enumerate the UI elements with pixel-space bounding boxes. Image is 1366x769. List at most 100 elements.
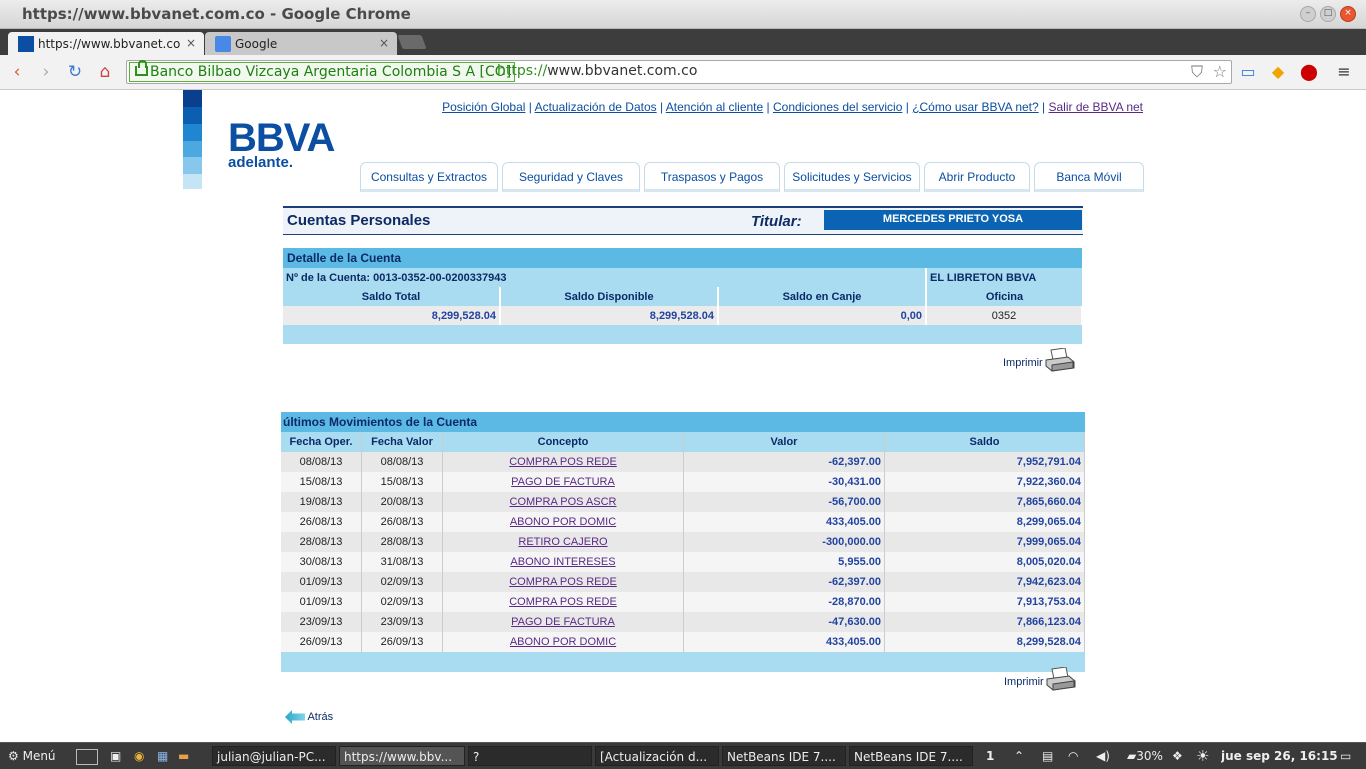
account-number: Nº de la Cuenta: 0013-0352-00-0200337943 bbox=[283, 268, 927, 287]
link-posicion-global[interactable]: Posición Global bbox=[442, 100, 525, 114]
cell-saldo: 7,913,753.04 bbox=[884, 592, 1085, 612]
menu-tab-abrir-producto[interactable]: Abrir Producto bbox=[924, 162, 1030, 192]
google-favicon-icon bbox=[215, 35, 231, 52]
concepto-link[interactable]: COMPRA POS REDE bbox=[509, 576, 617, 588]
minimize-button[interactable]: – bbox=[1300, 6, 1316, 22]
tab-label: https://www.bbvanet.com.co bbox=[38, 36, 180, 51]
shield-icon[interactable]: ⛉ bbox=[1191, 62, 1203, 82]
volume-icon[interactable]: ◀) bbox=[1096, 746, 1110, 766]
header-saldo-disponible: Saldo Disponible bbox=[500, 287, 719, 306]
concepto-link[interactable]: COMPRA POS REDE bbox=[509, 456, 617, 468]
concepto-link[interactable]: PAGO DE FACTURA bbox=[511, 616, 615, 628]
reload-icon[interactable]: ↻ bbox=[64, 61, 86, 83]
header-fecha-oper: Fecha Oper. bbox=[281, 432, 362, 452]
menu-tab-seguridad[interactable]: Seguridad y Claves bbox=[502, 162, 640, 192]
print-link-top[interactable]: Imprimir bbox=[1003, 357, 1043, 369]
movements-table: últimos Movimientos de la Cuenta Fecha O… bbox=[281, 412, 1085, 672]
concepto-link[interactable]: COMPRA POS ASCR bbox=[510, 496, 617, 508]
brightness-icon[interactable]: ☀ bbox=[1196, 746, 1209, 766]
cell-valor: -62,397.00 bbox=[683, 572, 885, 592]
cell-valor: -28,870.00 bbox=[683, 592, 885, 612]
detail-title: Detalle de la Cuenta bbox=[283, 248, 1082, 268]
tab-strip: https://www.bbvanet.com.co × Google × bbox=[0, 29, 1366, 55]
cube-extension-icon[interactable]: ◆ bbox=[1268, 62, 1288, 82]
cell-saldo: 7,922,360.04 bbox=[884, 472, 1085, 492]
taskbar-window-netbeans-2[interactable]: NetBeans IDE 7.... bbox=[849, 746, 973, 766]
dropbox-icon[interactable]: ❖ bbox=[1172, 746, 1183, 766]
adblock-extension-icon[interactable]: ⬤ bbox=[1299, 62, 1319, 82]
concepto-link[interactable]: ABONO POR DOMIC bbox=[510, 636, 616, 648]
chrome-menu-icon[interactable]: ≡ bbox=[1334, 62, 1354, 82]
taskbar-window-terminal[interactable]: julian@julian-PC... bbox=[212, 746, 336, 766]
menu-tab-solicitudes[interactable]: Solicitudes y Servicios bbox=[784, 162, 920, 192]
menu-tab-banca-movil[interactable]: Banca Móvil bbox=[1034, 162, 1144, 192]
logo-stripe bbox=[183, 174, 202, 189]
link-como-usar[interactable]: ¿Cómo usar BBVA net? bbox=[912, 100, 1039, 114]
link-salir[interactable]: Salir de BBVA net bbox=[1049, 100, 1144, 114]
close-window-button[interactable]: × bbox=[1340, 6, 1356, 22]
taskbar-window-unknown[interactable]: ? bbox=[468, 746, 592, 766]
value-saldo-disponible: 8,299,528.04 bbox=[500, 306, 719, 325]
cell-fecha-oper: 08/08/13 bbox=[281, 452, 362, 472]
maximize-button[interactable]: □ bbox=[1320, 6, 1336, 22]
printer-icon[interactable] bbox=[1046, 667, 1076, 691]
wifi-icon[interactable]: ◠ bbox=[1068, 746, 1078, 766]
ev-label: Banco Bilbao Vizcaya Argentaria Colombia… bbox=[150, 64, 512, 80]
new-tab-button[interactable] bbox=[397, 35, 427, 49]
printer-icon[interactable] bbox=[1045, 348, 1075, 372]
header-valor: Valor bbox=[683, 432, 885, 452]
taskbar-window-chrome[interactable]: https://www.bbv... bbox=[339, 746, 465, 766]
close-tab-icon[interactable]: × bbox=[379, 36, 389, 50]
terminal-launcher-icon[interactable]: ▣ bbox=[110, 746, 121, 766]
link-atencion-cliente[interactable]: Atención al cliente bbox=[666, 100, 763, 114]
taskbar-window-netbeans-1[interactable]: NetBeans IDE 7.... bbox=[722, 746, 846, 766]
cell-fecha-valor: 26/09/13 bbox=[361, 632, 443, 652]
concepto-link[interactable]: ABONO INTERESES bbox=[510, 556, 615, 568]
table-row: 30/08/13 31/08/13 ABONO INTERESES 5,955.00 8… bbox=[281, 552, 1085, 572]
menu-tab-consultas[interactable]: Consultas y Extractos bbox=[360, 162, 498, 192]
tab-google[interactable]: Google × bbox=[205, 32, 397, 55]
notification-badge[interactable]: 1 bbox=[986, 746, 994, 766]
concepto-link[interactable]: PAGO DE FACTURA bbox=[511, 476, 615, 488]
bookmark-star-icon[interactable]: ☆ bbox=[1213, 62, 1227, 81]
package-launcher-icon[interactable]: ▦ bbox=[157, 746, 168, 766]
home-icon[interactable]: ⌂ bbox=[94, 61, 116, 83]
cell-fecha-oper: 28/08/13 bbox=[281, 532, 362, 552]
chevron-up-icon[interactable]: ⌃ bbox=[1014, 746, 1024, 766]
concepto-link[interactable]: COMPRA POS REDE bbox=[509, 596, 617, 608]
show-desktop-icon[interactable] bbox=[76, 749, 98, 765]
close-tab-icon[interactable]: × bbox=[186, 36, 196, 50]
back-link[interactable]: Atrás bbox=[285, 710, 333, 724]
browser-toolbar: ‹ › ↻ ⌂ Banco Bilbao Vizcaya Argentaria … bbox=[0, 55, 1366, 90]
cell-valor: -30,431.00 bbox=[683, 472, 885, 492]
start-menu-button[interactable]: ⚙ Menú bbox=[8, 746, 56, 766]
tab-bbvanet[interactable]: https://www.bbvanet.com.co × bbox=[8, 32, 204, 55]
battery-icon: ▰ bbox=[1127, 749, 1137, 763]
forward-icon[interactable]: › bbox=[35, 61, 57, 83]
main-menu: Consultas y Extractos Seguridad y Claves… bbox=[360, 162, 1144, 192]
logo-stripe bbox=[183, 157, 202, 174]
link-condiciones-servicio[interactable]: Condiciones del servicio bbox=[773, 100, 902, 114]
concepto-link[interactable]: ABONO POR DOMIC bbox=[510, 516, 616, 528]
print-link-bottom[interactable]: Imprimir bbox=[1004, 676, 1044, 688]
link-actualizacion-datos[interactable]: Actualización de Datos bbox=[535, 100, 657, 114]
cast-extension-icon[interactable]: ▭ bbox=[1238, 62, 1258, 82]
session-icon[interactable]: ▭ bbox=[1340, 746, 1351, 766]
ev-certificate-badge[interactable]: Banco Bilbao Vizcaya Argentaria Colombia… bbox=[129, 60, 516, 82]
cell-fecha-valor: 02/09/13 bbox=[361, 592, 443, 612]
concepto-link[interactable]: RETIRO CAJERO bbox=[518, 536, 607, 548]
clock[interactable]: jue sep 26, 16:15 bbox=[1221, 746, 1338, 766]
battery-indicator[interactable]: ▰30% bbox=[1127, 746, 1163, 766]
back-icon[interactable]: ‹ bbox=[6, 61, 28, 83]
address-bar[interactable]: Banco Bilbao Vizcaya Argentaria Colombia… bbox=[126, 60, 1232, 84]
product-name: EL LIBRETON BBVA bbox=[926, 268, 1082, 287]
cell-valor: -300,000.00 bbox=[683, 532, 885, 552]
table-row: 23/09/13 23/09/13 PAGO DE FACTURA -47,630.0… bbox=[281, 612, 1085, 632]
clipboard-icon[interactable]: ▤ bbox=[1042, 746, 1053, 766]
files-launcher-icon[interactable]: ▬ bbox=[178, 746, 189, 766]
url-text[interactable]: https://www.bbvanet.com.co bbox=[497, 63, 697, 79]
chrome-launcher-icon[interactable]: ◉ bbox=[134, 746, 144, 766]
menu-tab-traspasos[interactable]: Traspasos y Pagos bbox=[644, 162, 780, 192]
taskbar-window-update[interactable]: [Actualización d... bbox=[595, 746, 719, 766]
table-row: 01/09/13 02/09/13 COMPRA POS REDE -28,870.0… bbox=[281, 592, 1085, 612]
